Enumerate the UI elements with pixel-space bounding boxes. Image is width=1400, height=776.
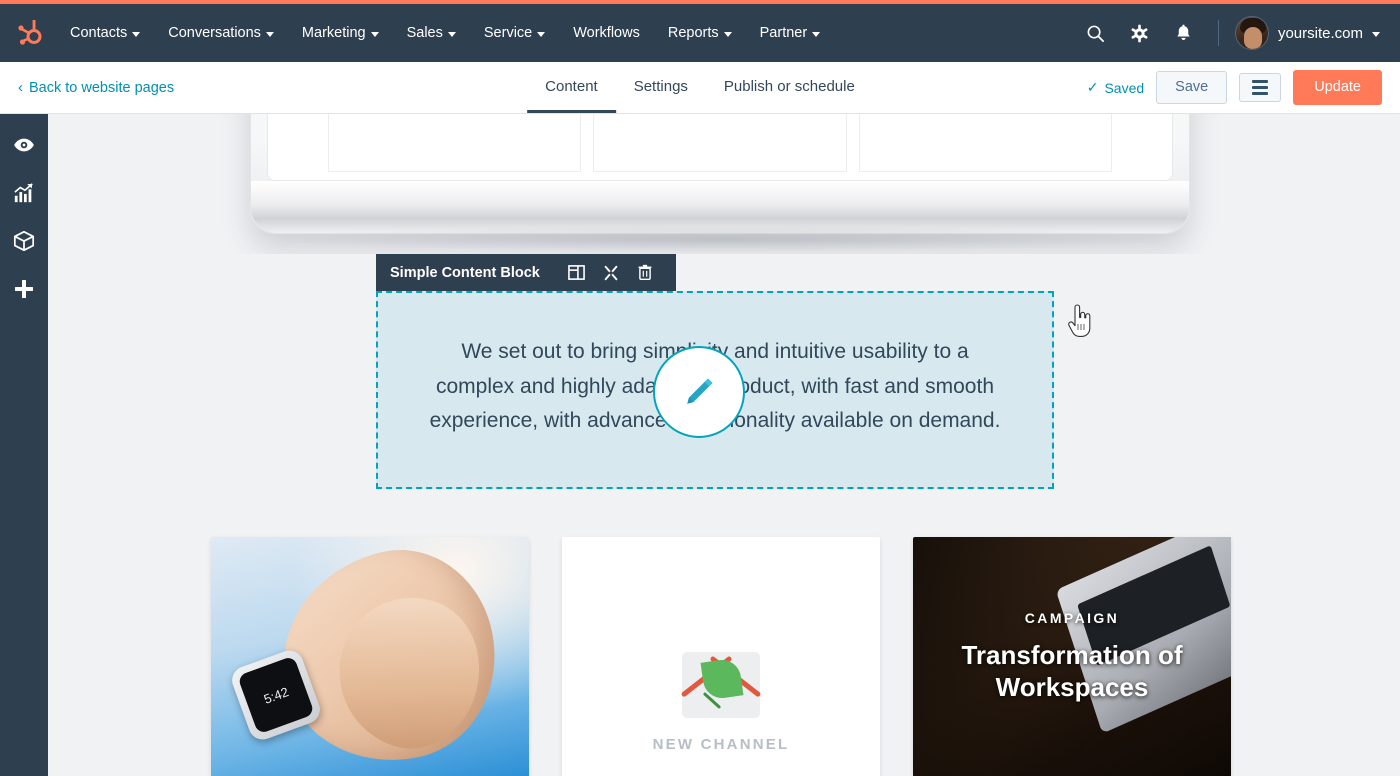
status-badge-saved: ✓ Saved [1087,79,1144,96]
house-leaf-icon [669,622,773,718]
menu-lines-icon [1252,80,1269,95]
nav-item-partner[interactable]: Partner [746,4,835,62]
hubspot-sprocket-logo[interactable] [0,4,56,62]
nav-item-reports[interactable]: Reports [654,4,746,62]
nav-label: Conversations [168,25,261,41]
nav-label: Service [483,25,533,41]
chevron-left-icon: ‹ [18,79,23,96]
add-plus-icon[interactable] [0,272,48,306]
cut-scissors-icon[interactable] [594,254,628,291]
nav-label: Reports [667,25,719,41]
nav-item-sales[interactable]: Sales [393,4,470,62]
tablet-drop-shadow [278,226,1168,252]
top-accent-bar [0,0,1400,4]
hero-card: as possible to add potted plants to auto… [593,114,847,172]
back-to-website-pages-link[interactable]: ‹ Back to website pages [0,62,174,113]
editor-actions: ✓ Saved Save Update [1087,62,1400,113]
preview-eye-icon[interactable] [0,128,48,162]
tab-publish-or-schedule[interactable]: Publish or schedule [706,62,873,113]
chevron-down-icon [132,31,141,37]
trash-icon[interactable] [628,254,662,291]
campaign-label: CAMPAIGN [1024,610,1120,627]
global-navigation-bar: Contacts Conversations Marketing Sales S… [0,4,1400,62]
campaign-card[interactable]: CAMPAIGN Transformation of Workspaces [913,537,1231,776]
modules-cube-icon[interactable] [0,224,48,258]
selected-module[interactable]: Simple Content Block We set out to bring… [376,254,1054,489]
pencil-edit-icon[interactable] [653,346,745,438]
layout-icon[interactable] [560,254,594,291]
chevron-down-icon [370,31,379,37]
save-button[interactable]: Save [1156,70,1228,105]
nav-item-conversations[interactable]: Conversations [154,4,288,62]
account-menu[interactable]: yoursite.com [1231,4,1384,62]
gear-icon[interactable] [1118,4,1162,62]
tab-label: Publish or schedule [723,77,855,95]
nav-label: Workflows [573,25,640,41]
new-channel-label: NEW CHANNEL [652,736,790,753]
module-toolbar: Simple Content Block [376,254,676,291]
update-button[interactable]: Update [1293,69,1382,106]
nav-divider [1217,20,1219,46]
more-menu-button[interactable] [1239,73,1282,102]
avatar [1234,16,1269,50]
check-icon: ✓ [1086,79,1099,95]
chevron-down-icon [537,31,546,37]
tablet-device: Sustainable Architecture as possible to … [250,114,1190,234]
nav-label: Partner [759,25,808,41]
page-editor-canvas[interactable]: Sustainable Architecture as possible to … [48,114,1400,776]
global-nav-right-cluster: yoursite.com [1074,4,1400,62]
nav-label: Sales [406,25,443,41]
saved-label: Saved [1104,79,1145,96]
nav-item-marketing[interactable]: Marketing [288,4,393,62]
chevron-down-icon [812,31,821,37]
pointer-hand-cursor [1064,304,1094,343]
analytics-chart-icon[interactable] [0,176,48,210]
chevron-down-icon [723,31,732,37]
global-nav-items: Contacts Conversations Marketing Sales S… [56,4,834,62]
tab-label: Content [545,77,598,95]
editor-tabs: Content Settings Publish or schedule [527,62,873,113]
smartwatch-card[interactable]: 5:42 [211,537,529,776]
tab-content[interactable]: Content [527,62,616,113]
bell-icon[interactable] [1162,4,1206,62]
tab-settings[interactable]: Settings [616,62,706,113]
hero-card: Slow Food & Healthy Living Inspiration b… [858,114,1112,172]
hero-card: Sustainable Architecture [328,114,582,172]
module-title: Simple Content Block [390,264,540,281]
editor-toolbar: ‹ Back to website pages Content Settings… [0,62,1400,114]
chevron-down-icon [1372,31,1380,37]
back-link-label: Back to website pages [29,79,175,96]
chevron-down-icon [447,31,456,37]
tablet-screen: Sustainable Architecture as possible to … [267,114,1173,181]
bottom-card-row: 5:42 NEW CHANNEL CAMPAIGN Transformation… [211,537,1231,776]
nav-label: Contacts [70,25,128,41]
new-channel-card[interactable]: NEW CHANNEL [562,537,880,776]
chevron-down-icon [265,31,274,37]
campaign-title: Transformation of Workspaces [961,640,1183,702]
nav-label: Marketing [301,25,366,41]
search-icon[interactable] [1074,4,1118,62]
nav-item-service[interactable]: Service [470,4,559,62]
watch-time: 5:42 [237,655,315,735]
account-name: yoursite.com [1277,24,1363,42]
left-sidebar-rail [0,114,48,776]
nav-item-contacts[interactable]: Contacts [56,4,154,62]
nav-item-workflows[interactable]: Workflows [559,4,654,62]
laptop-photo [1055,537,1231,734]
tab-label: Settings [633,77,688,95]
